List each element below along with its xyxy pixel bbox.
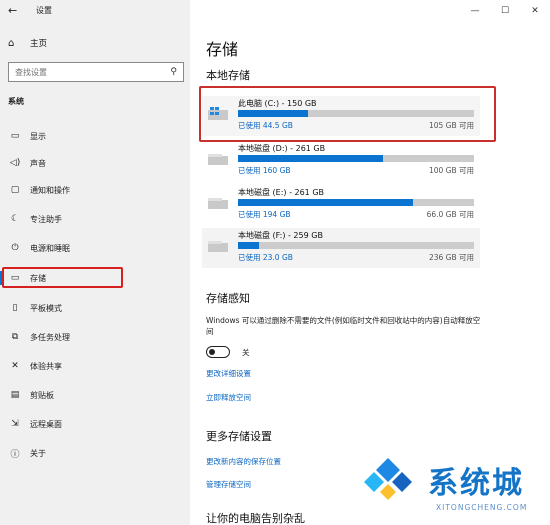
sidebar-item-label: 显示 [30,131,46,141]
watermark-logo-icon [356,452,420,500]
storage-sense-toggle-label: 关 [242,348,250,357]
title-bar: ← 设置 — ☐ ✕ [0,0,550,22]
drive-free: 66.0 GB 可用 [426,210,474,219]
sidebar-item-display[interactable]: ▭ 显示 [0,124,190,148]
drive-e[interactable]: 本地磁盘 (E:) - 261 GB 已使用 194 GB 66.0 GB 可用 [202,185,480,225]
drive-usage-fill [238,110,309,117]
drive-free: 236 GB 可用 [428,253,474,262]
watermark-text: 系统城 [428,466,524,501]
search-input[interactable]: 查找设置 ⚲ [8,62,184,82]
drive-name: 此电脑 (C:) - 150 GB [238,99,317,108]
sidebar-home[interactable]: ⌂ 主页 [8,37,48,50]
drive-used: 已使用 160 GB [238,166,291,175]
info-icon: ⓘ [10,449,20,460]
drive-usage-fill [238,242,259,249]
sidebar-item-shared-experiences[interactable]: ✕ 体验共享 [0,354,190,378]
more-storage-settings-heading: 更多存储设置 [206,430,272,443]
clipboard-icon: ▤ [10,390,20,400]
storage-sense-toggle[interactable] [206,346,230,358]
drive-f[interactable]: 本地磁盘 (F:) - 259 GB 已使用 23.0 GB 236 GB 可用 [202,228,480,268]
free-up-space-now-link[interactable]: 立即释放空间 [206,392,251,403]
display-icon: ▭ [10,131,20,141]
sidebar-item-label: 通知和操作 [30,185,70,195]
sidebar-item-label: 远程桌面 [30,419,62,429]
sidebar-item-label: 存储 [30,273,46,283]
drive-c[interactable]: 此电脑 (C:) - 150 GB 已使用 44.5 GB 105 GB 可用 [202,96,480,136]
drive-d[interactable]: 本地磁盘 (D:) - 261 GB 已使用 160 GB 100 GB 可用 [202,141,480,181]
focus-moon-icon: ☾ [10,214,20,224]
notification-icon: ▢ [10,185,20,195]
manage-storage-spaces-link[interactable]: 管理存储空间 [206,479,251,490]
minimize-button[interactable]: — [460,0,490,22]
share-icon: ✕ [11,361,19,371]
drive-free: 100 GB 可用 [428,166,474,175]
sidebar-item-label: 专注助手 [30,214,62,224]
sidebar-item-label: 电源和睡眠 [30,243,70,253]
sidebar-item-label: 多任务处理 [30,332,70,342]
window-controls: — ☐ ✕ [460,0,550,22]
hard-drive-icon [208,239,228,253]
drive-usage-bar [238,110,474,117]
app-title: 设置 [36,6,52,15]
sidebar-item-tablet-mode[interactable]: ▯ 平板模式 [0,296,190,320]
page-title: 存储 [206,40,239,59]
sidebar-item-clipboard[interactable]: ▤ 剪贴板 [0,383,190,407]
hard-drive-icon [208,152,228,166]
sidebar-item-sound[interactable]: ◁) 声音 [0,151,190,175]
storage-sense-description: Windows 可以通过删除不需要的文件(例如临时文件和回收站中的内容)自动释放… [206,316,481,336]
change-detailed-settings-link[interactable]: 更改详细设置 [206,368,251,379]
sidebar-item-label: 关于 [30,448,46,458]
search-icon[interactable]: ⚲ [170,67,177,77]
drive-used: 已使用 44.5 GB [238,121,293,130]
close-button[interactable]: ✕ [520,0,550,22]
settings-window: ⌂ 主页 查找设置 ⚲ 系统 ▭ 显示 ◁) 声音 ▢ 通知和操作 ☾ 专注助手… [0,0,550,525]
sidebar-item-label: 平板模式 [30,303,62,313]
drive-used: 已使用 23.0 GB [238,253,293,262]
hard-drive-icon [208,196,228,210]
sidebar-item-focus-assist[interactable]: ☾ 专注助手 [0,207,190,231]
sidebar-item-label: 剪贴板 [30,390,54,400]
drive-name: 本地磁盘 (E:) - 261 GB [238,188,325,197]
sidebar-item-storage[interactable]: ▭ 存储 [0,266,190,290]
search-placeholder: 查找设置 [15,67,47,77]
change-save-location-link[interactable]: 更改新内容的保存位置 [206,456,281,467]
power-icon: ⏻ [11,243,19,253]
tablet-icon: ▯ [12,303,18,313]
back-arrow-icon[interactable]: ← [8,4,17,17]
sidebar-item-label: 体验共享 [30,361,62,371]
multitask-icon: ⧉ [11,332,19,342]
sidebar-item-remote-desktop[interactable]: ⇲ 远程桌面 [0,412,190,436]
drive-usage-bar [238,155,474,162]
drive-name: 本地磁盘 (D:) - 261 GB [238,144,326,153]
drive-usage-bar [238,242,474,249]
local-storage-heading: 本地存储 [206,69,250,82]
drive-name: 本地磁盘 (F:) - 259 GB [238,231,323,240]
main-content: 存储 本地存储 此电脑 (C:) - 150 GB 已使用 44.5 GB 10… [190,0,550,525]
watermark-subtext: XITONGCHENG.COM [436,503,528,512]
windows-drive-icon [208,107,228,121]
drive-free: 105 GB 可用 [428,121,474,130]
sidebar-item-about[interactable]: ⓘ 关于 [0,441,190,465]
sidebar-section-system: 系统 [8,97,24,106]
home-icon: ⌂ [8,37,15,49]
drive-usage-bar [238,199,474,206]
storage-sense-heading: 存储感知 [206,292,250,305]
remote-desktop-icon: ⇲ [11,419,19,429]
sound-icon: ◁) [9,158,21,168]
sidebar-item-label: 声音 [30,158,46,168]
drive-usage-fill [238,155,383,162]
drive-usage-fill [238,199,414,206]
storage-icon: ▭ [10,273,20,283]
sidebar-item-notifications[interactable]: ▢ 通知和操作 [0,178,190,202]
drive-used: 已使用 194 GB [238,210,291,219]
toggle-knob [209,348,215,355]
maximize-button[interactable]: ☐ [490,0,520,22]
sidebar-item-power[interactable]: ⏻ 电源和睡眠 [0,236,190,260]
home-label: 主页 [30,39,48,49]
free-up-pc-heading: 让你的电脑告别杂乱 [206,512,305,525]
sidebar-item-multitasking[interactable]: ⧉ 多任务处理 [0,325,190,349]
sidebar: ⌂ 主页 查找设置 ⚲ 系统 ▭ 显示 ◁) 声音 ▢ 通知和操作 ☾ 专注助手… [0,0,190,525]
